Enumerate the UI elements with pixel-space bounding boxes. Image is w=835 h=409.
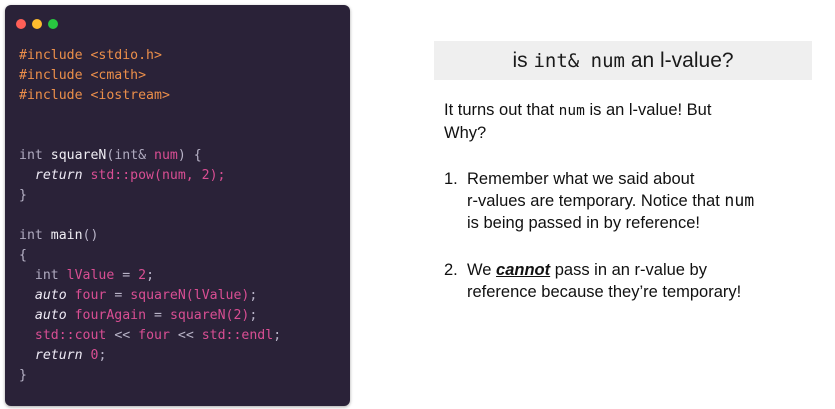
code-token: 2	[138, 268, 147, 283]
list-text: Remember what we said about	[467, 170, 695, 188]
intro-paragraph: It turns out that num is an l-value! But…	[444, 99, 824, 144]
code-line-main-signature: int main()	[19, 226, 281, 246]
code-line-close-brace: }	[19, 366, 281, 386]
code-line-return-zero: return 0;	[19, 346, 281, 366]
code-token: int	[19, 148, 43, 163]
close-dot[interactable]	[16, 19, 26, 29]
title-code: int& num	[533, 49, 625, 72]
code-editor-window: #include <stdio.h> #include <cmath> #inclu…	[5, 5, 350, 406]
emphasis-text: cannot	[496, 261, 551, 279]
code-token: <<	[114, 328, 131, 343]
code-token: #include	[19, 68, 83, 83]
code-token: ()	[82, 228, 99, 243]
code-token: fourAgain	[74, 308, 147, 323]
code-token: std::cout	[34, 328, 107, 343]
code-token: int	[19, 228, 43, 243]
code-line-fouragain-decl: auto fourAgain = squareN(2);	[19, 306, 281, 326]
list-code: num	[724, 191, 755, 210]
code-token: int	[34, 268, 59, 283]
intro-text: Why?	[444, 124, 487, 142]
code-token: <cmath>	[90, 68, 147, 83]
code-token: squareN(lValue)	[130, 288, 250, 303]
list-text: r-values are temporary. Notice that	[467, 192, 720, 210]
zoom-dot[interactable]	[48, 19, 58, 29]
list-text: pass in an r-value by	[554, 261, 707, 279]
list-text: We	[467, 261, 492, 279]
code-token: =	[114, 288, 123, 303]
minimize-dot[interactable]	[32, 19, 42, 29]
code-token: }	[19, 188, 27, 203]
code-token: #include	[19, 88, 83, 103]
window-controls	[16, 19, 58, 29]
code-line-four-decl: auto four = squareN(lValue);	[19, 286, 281, 306]
code-token: four	[138, 328, 170, 343]
code-token: <<	[177, 328, 194, 343]
list-text: reference because they’re temporary!	[467, 283, 742, 301]
code-token: ;	[249, 288, 258, 303]
list-marker: 1.	[444, 170, 458, 188]
code-token: ;	[146, 268, 155, 283]
code-token: squareN(2)	[169, 308, 250, 323]
code-token: =	[154, 308, 162, 323]
code-token: {	[19, 248, 27, 263]
intro-text: is an l-value! But	[589, 101, 712, 119]
intro-code: num	[558, 103, 585, 119]
code-line-cout: std::cout << four << std::endl;	[19, 326, 281, 346]
code-token: #include	[19, 48, 83, 63]
code-token: std::endl	[201, 328, 274, 343]
code-line-squaren-signature: int squareN(int& num) {	[19, 146, 281, 166]
code-line-lvalue-decl: int lValue = 2;	[19, 266, 281, 286]
title-text: an l-value?	[630, 48, 734, 72]
code-token: }	[19, 368, 27, 383]
slide-title: is int& num an l-value?	[434, 41, 812, 80]
intro-text: It turns out that	[444, 101, 555, 119]
code-line-include-stdio: #include <stdio.h>	[19, 46, 281, 66]
code-token: <stdio.h>	[90, 48, 162, 63]
code-line-open-brace: {	[19, 246, 281, 266]
code-token: auto	[34, 308, 67, 323]
code-line-include-iostream: #include <iostream>	[19, 86, 281, 106]
code-token: return	[34, 168, 83, 183]
code-block: #include <stdio.h> #include <cmath> #inclu…	[19, 46, 281, 386]
code-token: lValue	[66, 268, 115, 283]
code-token: auto	[34, 288, 67, 303]
code-line-close-brace: }	[19, 186, 281, 206]
code-line-include-cmath: #include <cmath>	[19, 66, 281, 86]
code-line-return-pow: return std::pow(num, 2);	[19, 166, 281, 186]
code-token: );	[209, 168, 226, 183]
code-token: ) {	[177, 148, 202, 163]
code-token: ;	[249, 308, 258, 323]
code-token: squareN	[50, 148, 107, 163]
code-token: num	[154, 148, 178, 163]
code-token: =	[122, 268, 131, 283]
code-token: 2	[201, 168, 210, 183]
code-token: ;	[273, 328, 282, 343]
title-text: is	[512, 48, 528, 72]
code-token: main	[50, 228, 83, 243]
code-token: ;	[98, 348, 107, 363]
code-token: return	[34, 348, 83, 363]
code-token: int&	[114, 148, 147, 163]
list-marker: 2.	[444, 261, 458, 279]
list-text: is being passed in by reference!	[467, 214, 700, 232]
code-token: <iostream>	[90, 88, 170, 103]
code-token: four	[74, 288, 107, 303]
code-token: std::pow(num,	[90, 168, 194, 183]
